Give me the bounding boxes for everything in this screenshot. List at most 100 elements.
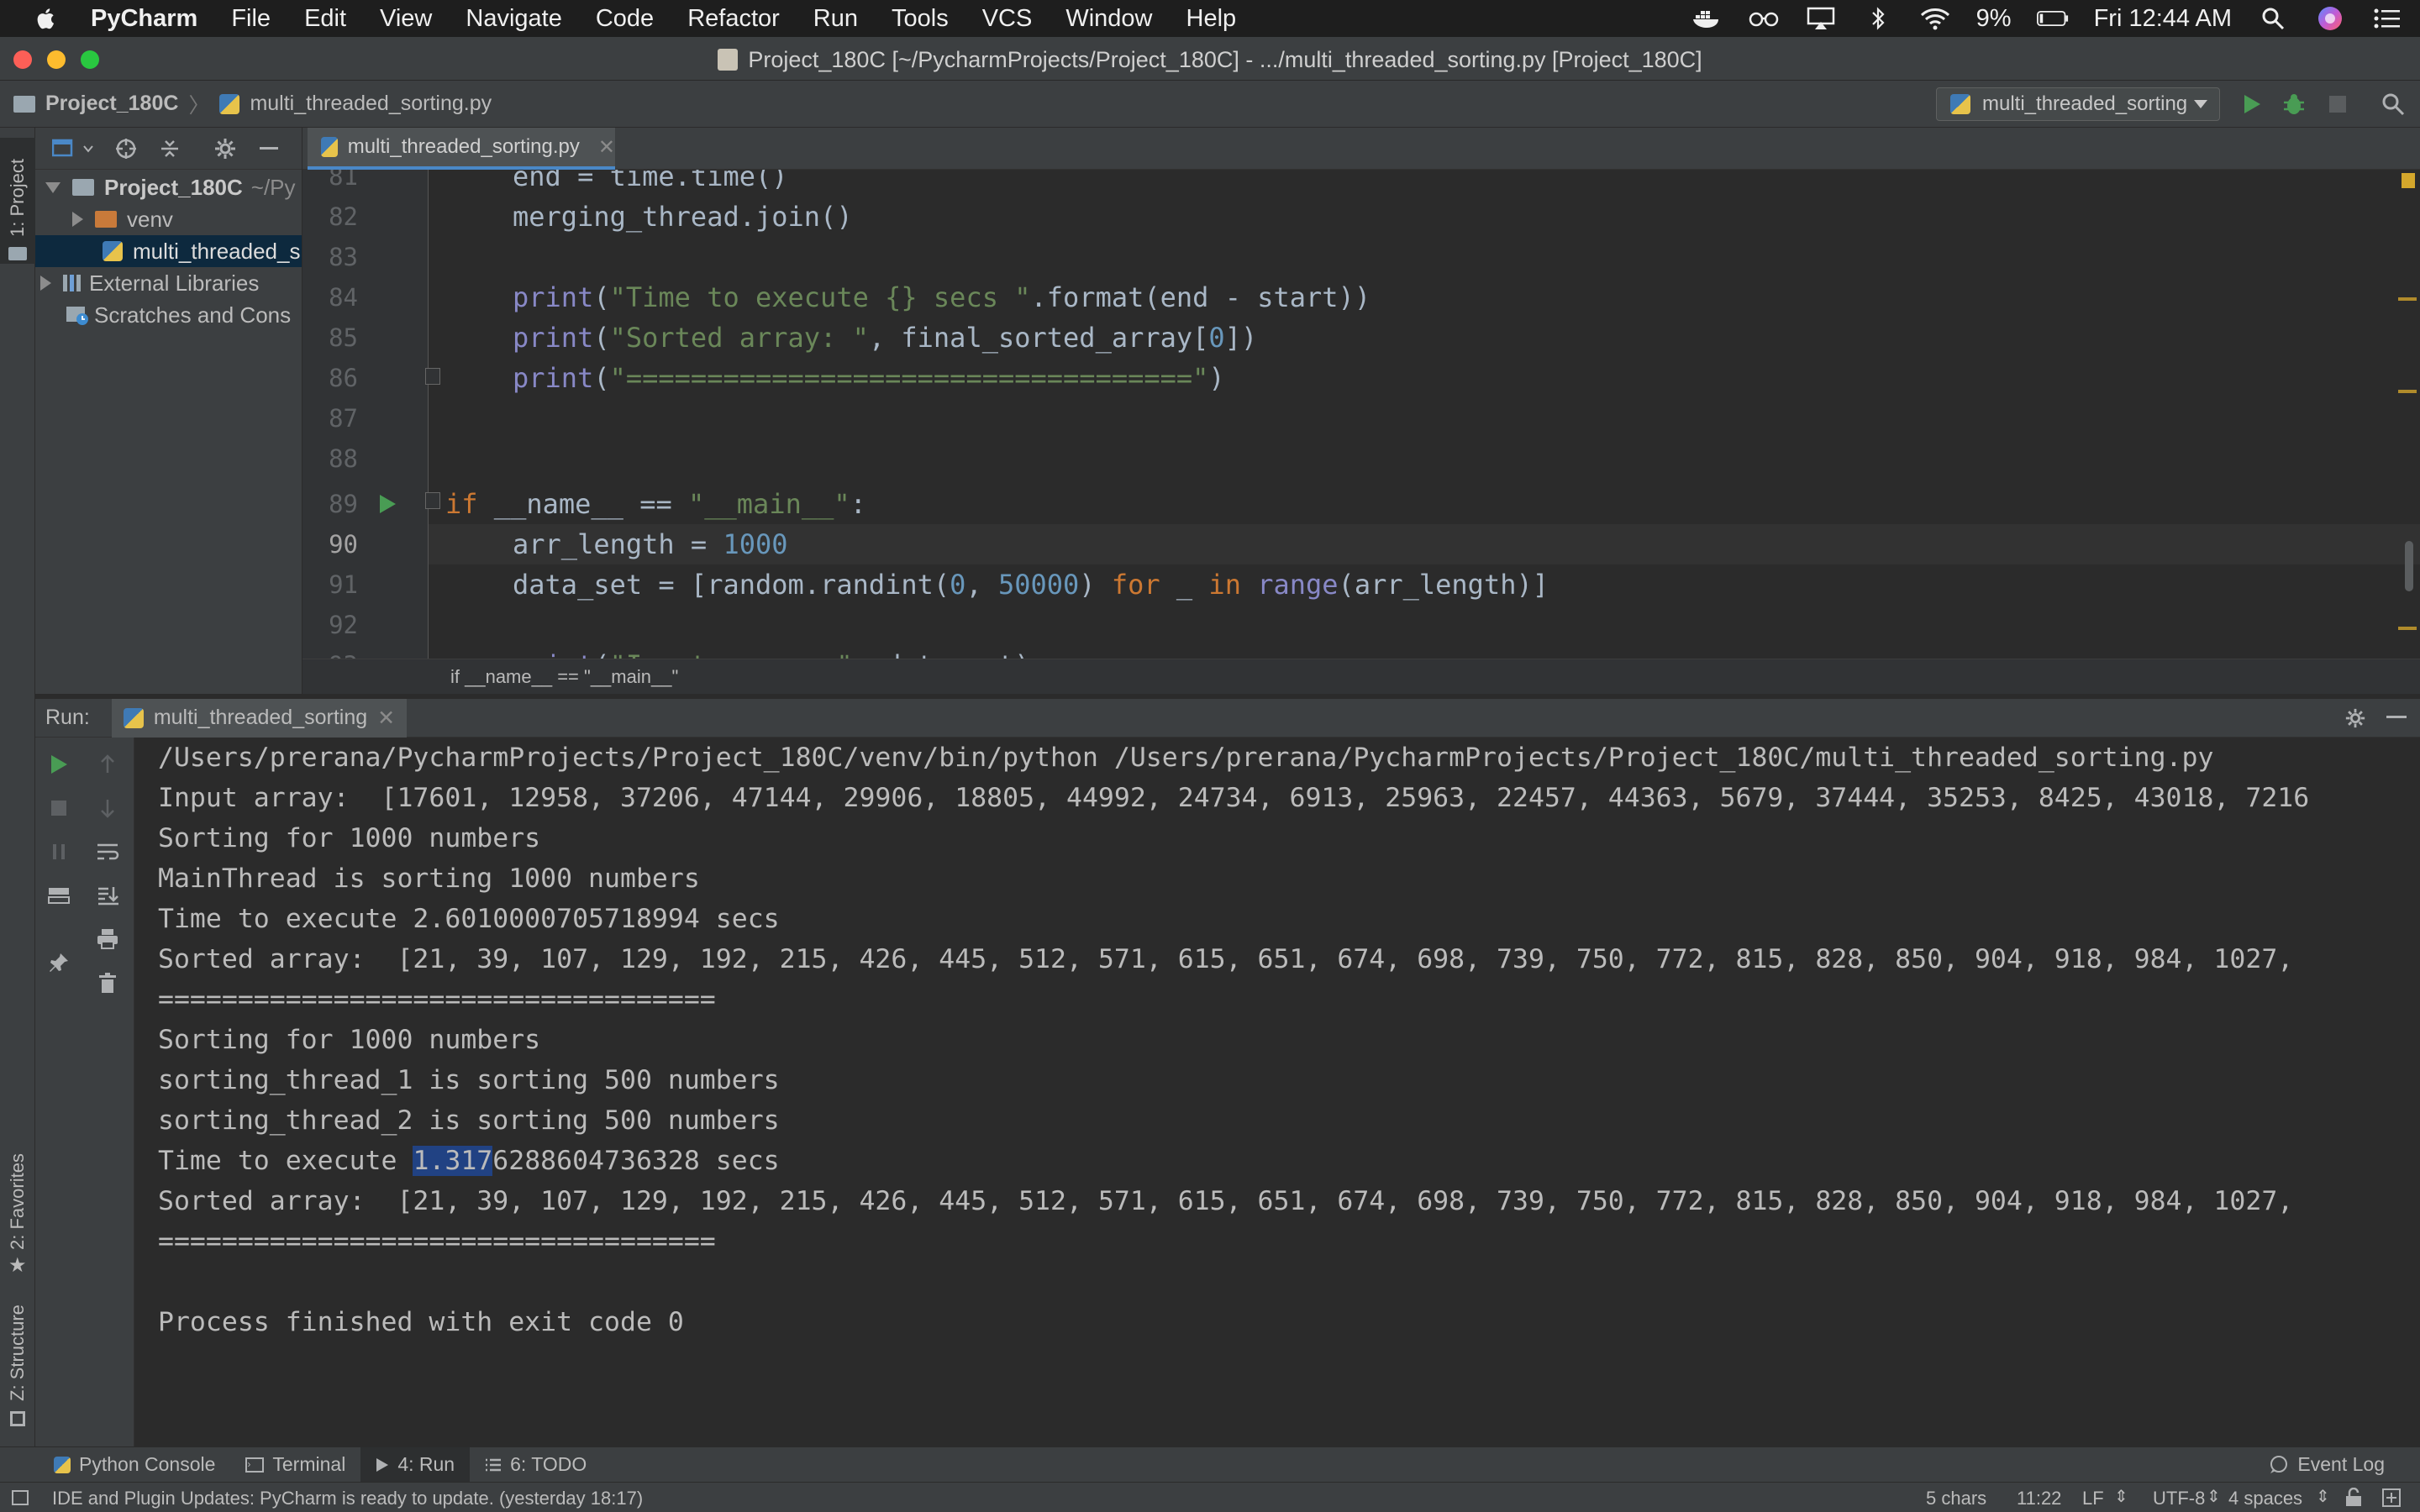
menu-file[interactable]: File	[231, 5, 271, 33]
menu-edit[interactable]: Edit	[304, 5, 346, 33]
stripe-marker[interactable]	[2398, 297, 2417, 301]
output-line[interactable]: Time to execute 1.3176288604736328 secs	[158, 1141, 780, 1181]
fold-marker-icon[interactable]	[425, 368, 440, 385]
structure-tool-tab[interactable]: Z: Structure	[0, 1295, 35, 1430]
python-console-icon	[54, 1456, 71, 1473]
stop-icon[interactable]	[44, 793, 74, 823]
status-message[interactable]: IDE and Plugin Updates: PyCharm is ready…	[52, 1488, 643, 1509]
line-number-current: 90	[329, 530, 358, 559]
python-file-icon	[103, 241, 123, 261]
tree-item-scratches[interactable]: Scratches and Cons	[35, 299, 302, 331]
arrow-down-icon[interactable]	[92, 793, 123, 823]
menu-code[interactable]: Code	[596, 5, 654, 33]
pause-icon[interactable]	[44, 837, 74, 867]
breadcrumb-file[interactable]: multi_threaded_sorting.py	[250, 92, 492, 116]
debug-button[interactable]	[2281, 91, 2307, 118]
tab-event-log[interactable]: Event Log	[2254, 1447, 2400, 1483]
tab-run[interactable]: 4: Run	[360, 1446, 471, 1483]
menu-help[interactable]: Help	[1186, 5, 1237, 33]
selected-text[interactable]: 1.317	[413, 1146, 493, 1176]
menu-view[interactable]: View	[380, 5, 432, 33]
menu-refactor[interactable]: Refactor	[687, 5, 780, 33]
glasses-icon[interactable]	[1748, 6, 1780, 31]
battery-icon[interactable]	[2036, 6, 2069, 31]
layout-icon[interactable]	[44, 880, 74, 911]
docker-icon[interactable]	[1691, 6, 1723, 31]
code-line: if __name__ == "__main__":	[445, 488, 866, 520]
airplay-icon[interactable]	[1805, 6, 1837, 31]
line-number: 88	[329, 444, 358, 473]
notification-center-icon[interactable]	[2371, 6, 2403, 31]
pin-icon[interactable]	[44, 948, 74, 978]
menu-vcs[interactable]: VCS	[982, 5, 1033, 33]
menu-app-name[interactable]: PyCharm	[91, 5, 197, 33]
collapse-all-icon[interactable]	[158, 137, 182, 160]
stop-button[interactable]	[2324, 91, 2351, 118]
warning-marker-icon[interactable]	[2402, 173, 2415, 188]
macos-menubar: PyCharm File Edit View Navigate Code Ref…	[0, 0, 2420, 37]
hide-panel-icon[interactable]	[2386, 716, 2407, 718]
tree-item-venv[interactable]: venv	[35, 203, 302, 235]
tab-multi-threaded-sorting[interactable]: multi_threaded_sorting.py ✕	[308, 128, 615, 170]
close-tab-icon[interactable]: ✕	[377, 706, 395, 731]
stripe-marker[interactable]	[2398, 390, 2417, 393]
editor-scrollbar[interactable]	[2396, 170, 2420, 659]
project-tool-tab[interactable]: 1: Project	[0, 138, 35, 264]
tab-python-console[interactable]: Python Console	[39, 1447, 230, 1483]
print-icon[interactable]	[92, 924, 123, 954]
code-editor[interactable]: 81 82 83 84 85 86 87 88 89 90 91 92 93 e…	[302, 170, 2420, 659]
tab-todo[interactable]: 6: TODO	[470, 1447, 602, 1483]
favorites-tool-tab[interactable]: 2: Favorites ★	[0, 1127, 35, 1278]
run-gutter-icon[interactable]	[378, 494, 397, 518]
run-label: Run:	[45, 706, 90, 729]
gear-icon[interactable]	[2344, 707, 2366, 735]
scrollbar-thumb[interactable]	[2405, 541, 2413, 591]
editor-breadcrumb[interactable]: if __name__ == "__main__"	[302, 659, 2420, 694]
fold-marker-icon[interactable]	[425, 492, 440, 509]
menu-navigate[interactable]: Navigate	[466, 5, 561, 33]
siri-icon[interactable]	[2314, 6, 2346, 31]
status-encoding[interactable]: UTF-8	[2153, 1488, 2205, 1509]
tree-item-project-root[interactable]: Project_180C ~/Py	[35, 171, 302, 203]
apple-icon[interactable]	[34, 5, 59, 32]
locate-target-icon[interactable]	[114, 137, 138, 160]
run-button[interactable]	[2238, 91, 2265, 118]
code-line: arr_length = 1000	[513, 528, 788, 560]
output-text: 6288604736328 secs	[492, 1146, 780, 1176]
run-tab-label: multi_threaded_sorting	[153, 706, 368, 729]
gear-icon[interactable]	[213, 137, 237, 160]
chevron-down-icon[interactable]	[82, 137, 94, 160]
trash-icon[interactable]	[92, 968, 123, 998]
status-caret-position[interactable]: 11:22	[2017, 1488, 2061, 1509]
menu-run[interactable]: Run	[813, 5, 858, 33]
tree-item-external-libraries[interactable]: External Libraries	[35, 267, 302, 299]
arrow-up-icon[interactable]	[92, 749, 123, 780]
toggle-tool-windows-icon[interactable]	[12, 1490, 29, 1505]
hide-panel-icon[interactable]	[257, 137, 281, 160]
status-line-separator[interactable]: LF	[2082, 1488, 2104, 1509]
spotlight-search-icon[interactable]	[2257, 6, 2289, 31]
menubar-clock[interactable]: Fri 12:44 AM	[2094, 5, 2232, 33]
rerun-icon[interactable]	[44, 749, 74, 780]
scroll-to-end-icon[interactable]	[92, 880, 123, 911]
stripe-marker[interactable]	[2398, 627, 2417, 630]
tree-item-file[interactable]: multi_threaded_s	[35, 235, 302, 267]
soft-wrap-icon[interactable]	[92, 837, 123, 867]
bluetooth-icon[interactable]	[1862, 6, 1894, 31]
close-tab-icon[interactable]: ✕	[598, 135, 615, 160]
view-mode-icon[interactable]	[52, 137, 76, 160]
tab-terminal[interactable]: › Terminal	[230, 1447, 360, 1483]
status-indent[interactable]: 4 spaces	[2228, 1488, 2302, 1509]
menu-window[interactable]: Window	[1065, 5, 1152, 33]
star-icon: ★	[8, 1254, 27, 1277]
lock-icon[interactable]	[2344, 1487, 2363, 1512]
search-everywhere-icon[interactable]	[2380, 91, 2407, 118]
run-configuration-select[interactable]: multi_threaded_sorting	[1936, 87, 2220, 121]
tab-label: multi_threaded_sorting.py	[347, 135, 580, 158]
tree-root-path: ~/Py	[250, 174, 296, 200]
wifi-icon[interactable]	[1919, 6, 1951, 31]
menu-tools[interactable]: Tools	[892, 5, 949, 33]
run-tab[interactable]: multi_threaded_sorting ✕	[111, 698, 408, 738]
breadcrumb-project[interactable]: Project_180C	[45, 92, 178, 116]
inspector-icon[interactable]	[2381, 1488, 2402, 1512]
